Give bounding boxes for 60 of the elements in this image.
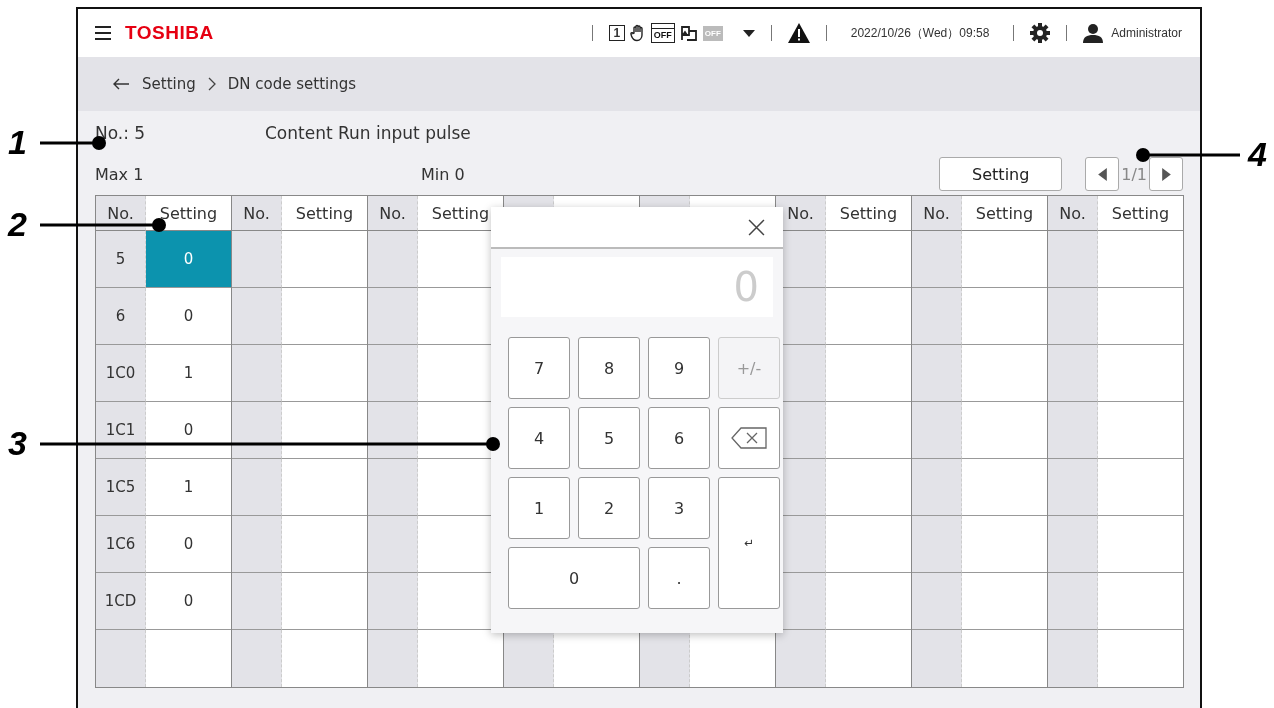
callout-number: 1 xyxy=(8,122,27,162)
column-header: No. xyxy=(232,196,282,231)
previous-page-button[interactable] xyxy=(1085,157,1120,191)
keypad-key[interactable]: 6 xyxy=(648,407,710,469)
callout-number: 4 xyxy=(1248,134,1267,174)
callout-number: 2 xyxy=(8,204,27,244)
next-page-button[interactable] xyxy=(1149,157,1183,191)
table-cell: 1C1 xyxy=(96,402,146,459)
column-header: No. xyxy=(368,196,418,231)
item-number: No.: 5 xyxy=(95,123,147,143)
keypad-key[interactable]: 2 xyxy=(578,477,640,539)
schedule-icon xyxy=(679,25,698,41)
breadcrumb-item: DN code settings xyxy=(227,75,357,93)
hand-icon xyxy=(629,24,646,42)
table-cell: 6 xyxy=(96,288,146,345)
off-badge: OFF xyxy=(702,25,723,41)
user-icon[interactable] xyxy=(1083,23,1104,43)
settings-icon[interactable] xyxy=(1030,23,1051,43)
empty-cell xyxy=(640,630,690,687)
triangle-right-icon xyxy=(1161,167,1171,181)
breadcrumb-item[interactable]: Setting xyxy=(142,75,196,93)
keypad-key[interactable]: 5 xyxy=(578,407,640,469)
backspace-key[interactable] xyxy=(718,407,780,469)
table-cell[interactable]: 0 xyxy=(146,231,231,288)
keypad-key[interactable]: 9 xyxy=(648,337,710,399)
empty-cell xyxy=(504,630,554,687)
callout-number: 3 xyxy=(8,423,27,463)
table-cell: 5 xyxy=(96,231,146,288)
keypad-key[interactable]: 0 xyxy=(508,547,640,609)
table-cell: 1CD xyxy=(96,573,146,630)
dropdown-caret-icon[interactable] xyxy=(742,29,755,37)
date-time: 2022/10/26（Wed）09:58 xyxy=(850,24,990,42)
keypad-key[interactable]: 1 xyxy=(508,477,570,539)
table-cell: 1C6 xyxy=(96,516,146,573)
backspace-icon xyxy=(731,427,767,449)
column-header: No. xyxy=(1048,196,1098,231)
brand-logo: TOSHIBA xyxy=(125,22,214,44)
user-name[interactable]: Administrator xyxy=(1111,26,1182,40)
triangle-left-icon xyxy=(1097,167,1107,181)
enter-key[interactable]: ↵ xyxy=(718,477,780,609)
content-label: Content Run input pulse xyxy=(265,123,471,143)
setting-button[interactable]: Setting xyxy=(939,157,1063,191)
keypad-key[interactable]: . xyxy=(648,547,710,609)
menu-icon[interactable] xyxy=(95,26,111,40)
table-cell: 1C5 xyxy=(96,459,146,516)
number-box-icon: 1 xyxy=(608,25,625,41)
column-header: No. xyxy=(912,196,962,231)
keypad-key[interactable]: 4 xyxy=(508,407,570,469)
keypad-key[interactable]: 7 xyxy=(508,337,570,399)
keypad-key[interactable]: 3 xyxy=(648,477,710,539)
keypad-key[interactable]: 8 xyxy=(578,337,640,399)
page-indicator: 1/1 xyxy=(1121,164,1147,184)
calendar-icon: OFF xyxy=(650,23,675,43)
back-arrow-icon[interactable] xyxy=(112,78,130,90)
close-icon[interactable] xyxy=(748,218,765,236)
chevron-right-icon xyxy=(207,77,216,91)
table-cell: 1C0 xyxy=(96,345,146,402)
max-value: Max 1 xyxy=(95,164,145,184)
warning-icon[interactable] xyxy=(787,23,810,43)
min-value: Min 0 xyxy=(421,164,465,184)
